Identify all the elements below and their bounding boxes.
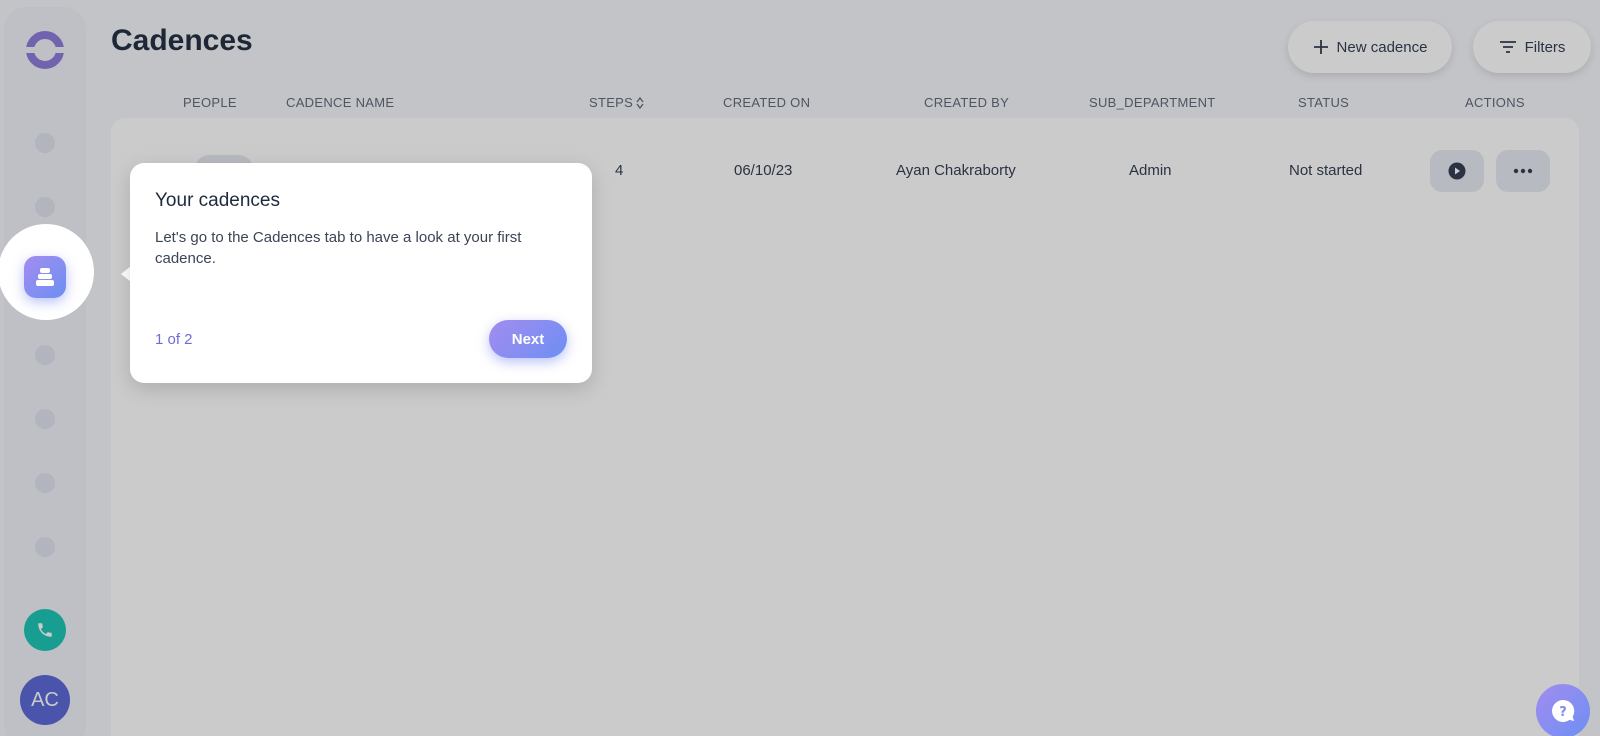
tooltip-title: Your cadences [155, 190, 281, 211]
onboarding-tooltip: Your cadences Let's go to the Cadences t… [130, 163, 592, 383]
help-button[interactable]: ? [1536, 684, 1590, 736]
svg-text:?: ? [1559, 705, 1567, 720]
tooltip-body: Let's go to the Cadences tab to have a l… [155, 229, 522, 267]
sidebar-item-cadences[interactable] [24, 256, 66, 298]
cadences-icon [36, 268, 54, 286]
tooltip-step-counter: 1 of 2 [155, 331, 193, 348]
help-icon: ? [1552, 699, 1575, 722]
next-button[interactable]: Next [489, 320, 567, 358]
